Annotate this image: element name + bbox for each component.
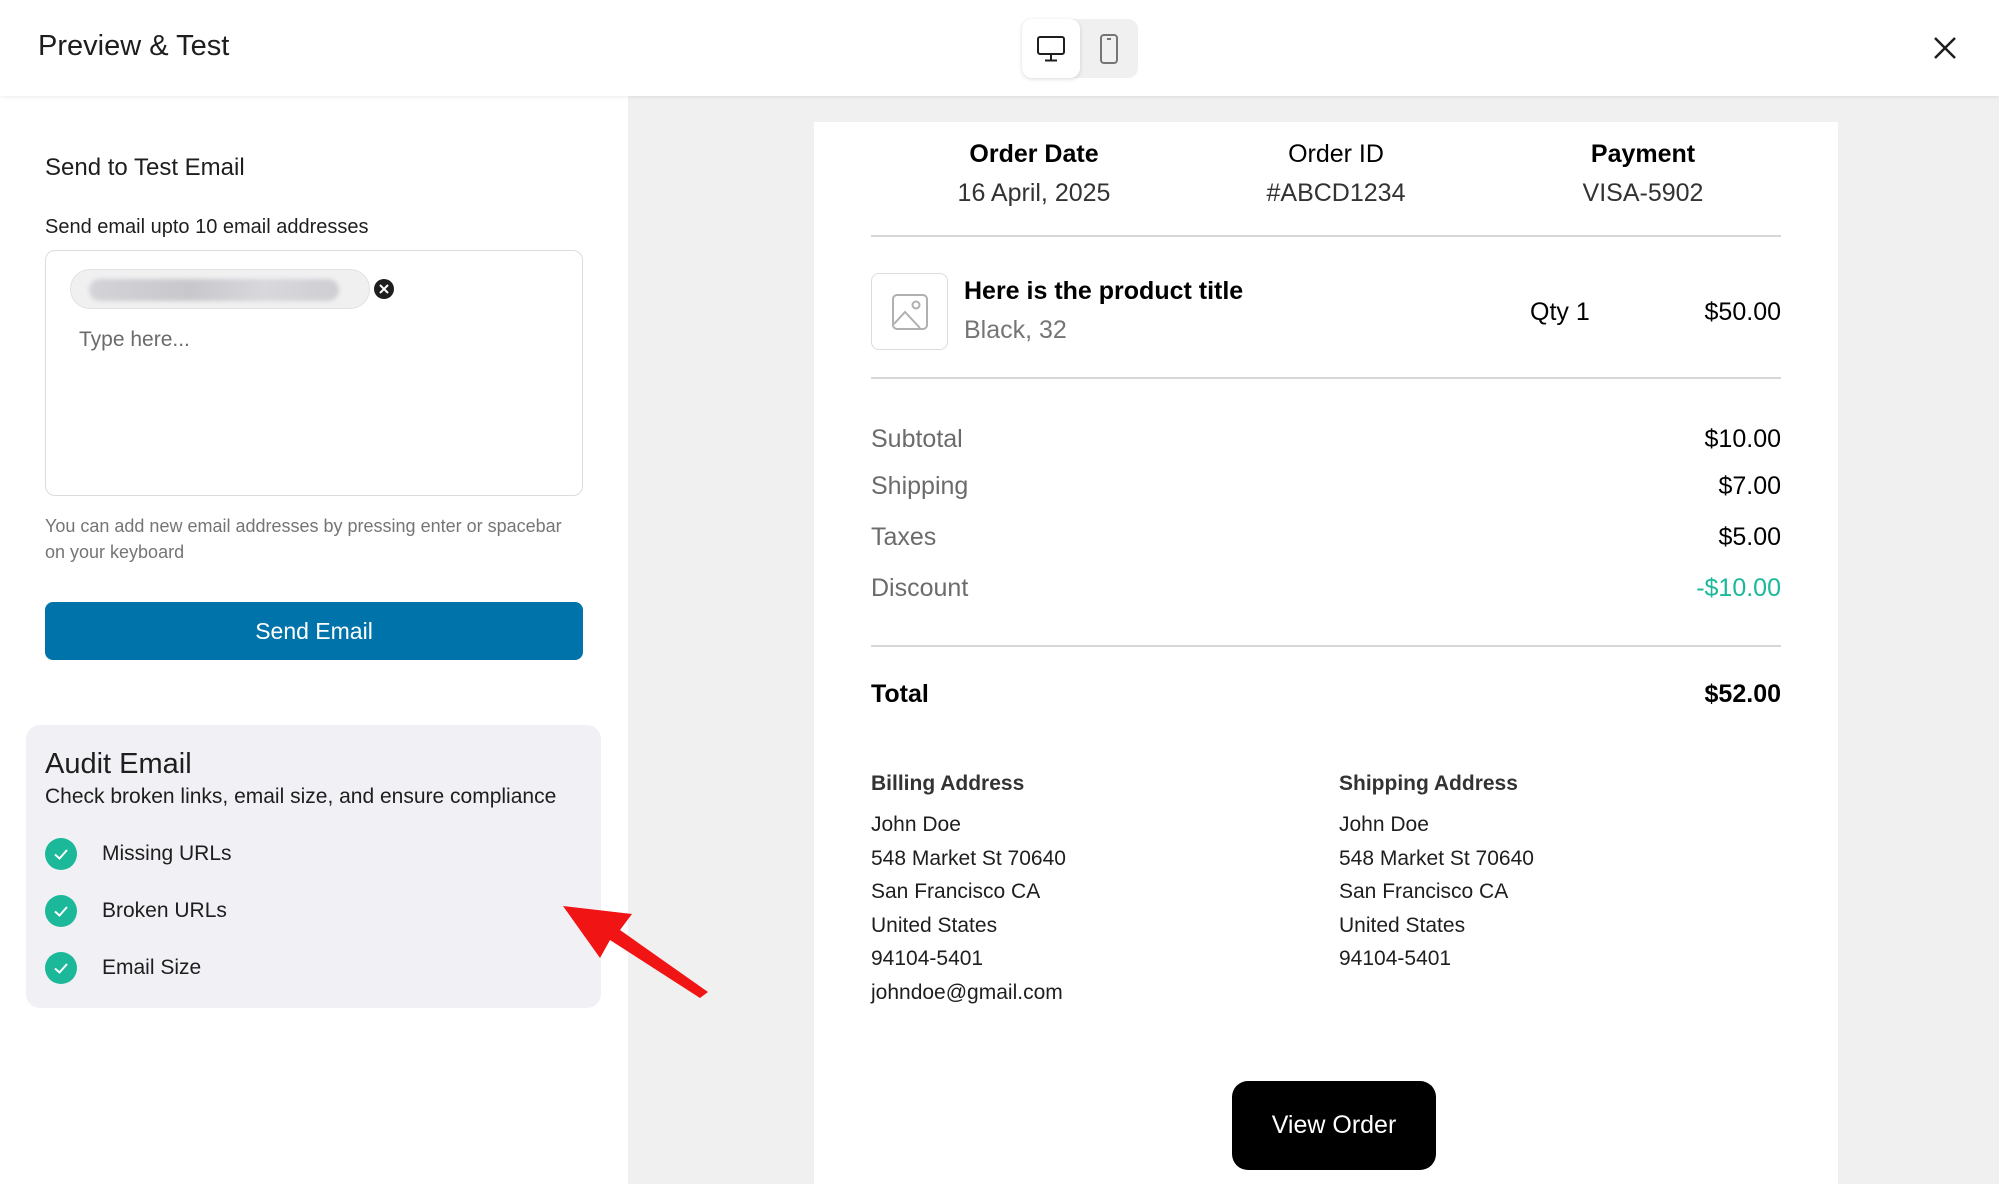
product-variant: Black, 32 bbox=[964, 316, 1067, 344]
shipping-address: Shipping Address John Doe 548 Market St … bbox=[1339, 772, 1739, 976]
product-title: Here is the product title bbox=[964, 277, 1244, 305]
check-circle-icon bbox=[45, 838, 77, 870]
audit-title: Audit Email bbox=[45, 748, 192, 780]
meta-label: Order Date bbox=[969, 140, 1099, 168]
modal-title: Preview & Test bbox=[38, 30, 230, 62]
summary-label: Discount bbox=[871, 574, 969, 602]
audit-check-label: Missing URLs bbox=[102, 842, 232, 865]
meta-value: VISA-5902 bbox=[1582, 179, 1704, 207]
close-button[interactable] bbox=[1925, 28, 1965, 68]
test-panel: Send to Test Email Send email upto 10 em… bbox=[0, 96, 628, 1184]
meta-value: #ABCD1234 bbox=[1266, 179, 1406, 207]
shipping-address-heading: Shipping Address bbox=[1339, 772, 1518, 795]
summary-label: Shipping bbox=[871, 472, 969, 500]
mobile-view-button[interactable] bbox=[1080, 19, 1138, 78]
annotation-arrow-icon bbox=[563, 906, 708, 998]
audit-check-broken-urls: Broken URLs bbox=[45, 894, 227, 928]
remove-chip-icon[interactable] bbox=[373, 278, 395, 300]
email-preview-card: Order Date 16 April, 2025 Order ID #ABCD… bbox=[814, 122, 1838, 1184]
meta-label: Payment bbox=[1590, 140, 1696, 168]
meta-label: Order ID bbox=[1288, 140, 1384, 168]
email-input[interactable] bbox=[79, 325, 549, 355]
address-line: 94104-5401 bbox=[1339, 947, 1452, 971]
divider bbox=[871, 645, 1781, 647]
billing-address: Billing Address John Doe 548 Market St 7… bbox=[871, 772, 1271, 1010]
meta-order-date: Order Date 16 April, 2025 bbox=[884, 140, 1184, 208]
address-line: 548 Market St 70640 bbox=[1339, 846, 1534, 870]
desktop-icon bbox=[1037, 35, 1065, 61]
meta-payment: Payment VISA-5902 bbox=[1493, 140, 1793, 208]
total-value: $52.00 bbox=[1704, 680, 1781, 708]
device-toggle bbox=[1022, 19, 1138, 78]
summary-value: $7.00 bbox=[1718, 472, 1781, 500]
send-email-button[interactable]: Send Email bbox=[45, 602, 583, 660]
address-line: 548 Market St 70640 bbox=[871, 846, 1066, 870]
address-line: San Francisco CA bbox=[871, 880, 1041, 904]
summary-value: $10.00 bbox=[1704, 425, 1781, 453]
billing-address-heading: Billing Address bbox=[871, 772, 1025, 795]
check-circle-icon bbox=[45, 952, 77, 984]
product-thumbnail bbox=[871, 273, 948, 350]
address-line: United States bbox=[1339, 913, 1466, 937]
modal-header: Preview & Test bbox=[0, 0, 1999, 96]
view-order-button[interactable]: View Order bbox=[1232, 1081, 1436, 1170]
audit-subtitle: Check broken links, email size, and ensu… bbox=[45, 785, 557, 808]
discount-value: -$10.00 bbox=[1696, 574, 1781, 602]
summary-label: Taxes bbox=[871, 523, 937, 551]
divider bbox=[871, 235, 1781, 237]
desktop-view-button[interactable] bbox=[1022, 19, 1080, 78]
email-chip-redacted bbox=[89, 279, 339, 301]
audit-check-label: Broken URLs bbox=[102, 899, 227, 922]
close-icon bbox=[1934, 37, 1956, 59]
total-label: Total bbox=[871, 680, 929, 708]
email-chip[interactable] bbox=[70, 269, 394, 309]
address-line: 94104-5401 bbox=[871, 947, 984, 971]
product-price: $50.00 bbox=[1704, 298, 1781, 326]
meta-order-id: Order ID #ABCD1234 bbox=[1186, 140, 1486, 208]
meta-value: 16 April, 2025 bbox=[957, 179, 1111, 207]
address-line: United States bbox=[871, 913, 998, 937]
test-email-heading: Send to Test Email bbox=[45, 154, 245, 181]
email-helper-text: You can add new email addresses by press… bbox=[45, 516, 562, 562]
address-line: John Doe bbox=[1339, 813, 1429, 836]
audit-check-email-size: Email Size bbox=[45, 951, 201, 985]
audit-check-missing-urls: Missing URLs bbox=[45, 837, 232, 871]
divider bbox=[871, 377, 1781, 379]
summary-value: $5.00 bbox=[1718, 523, 1781, 551]
summary-label: Subtotal bbox=[871, 425, 963, 453]
email-field-label: Send email upto 10 email addresses bbox=[45, 216, 369, 238]
address-line: San Francisco CA bbox=[1339, 880, 1509, 904]
image-placeholder-icon bbox=[891, 293, 928, 330]
address-line: johndoe@gmail.com bbox=[871, 980, 1063, 1004]
email-recipients-field[interactable] bbox=[45, 250, 583, 496]
product-qty: Qty 1 bbox=[1530, 298, 1590, 326]
address-line: John Doe bbox=[871, 813, 961, 836]
audit-email-card: Audit Email Check broken links, email si… bbox=[26, 725, 601, 1008]
check-circle-icon bbox=[45, 895, 77, 927]
email-preview-area: Order Date 16 April, 2025 Order ID #ABCD… bbox=[628, 96, 1999, 1184]
audit-check-label: Email Size bbox=[102, 956, 202, 979]
mobile-icon bbox=[1100, 33, 1118, 64]
